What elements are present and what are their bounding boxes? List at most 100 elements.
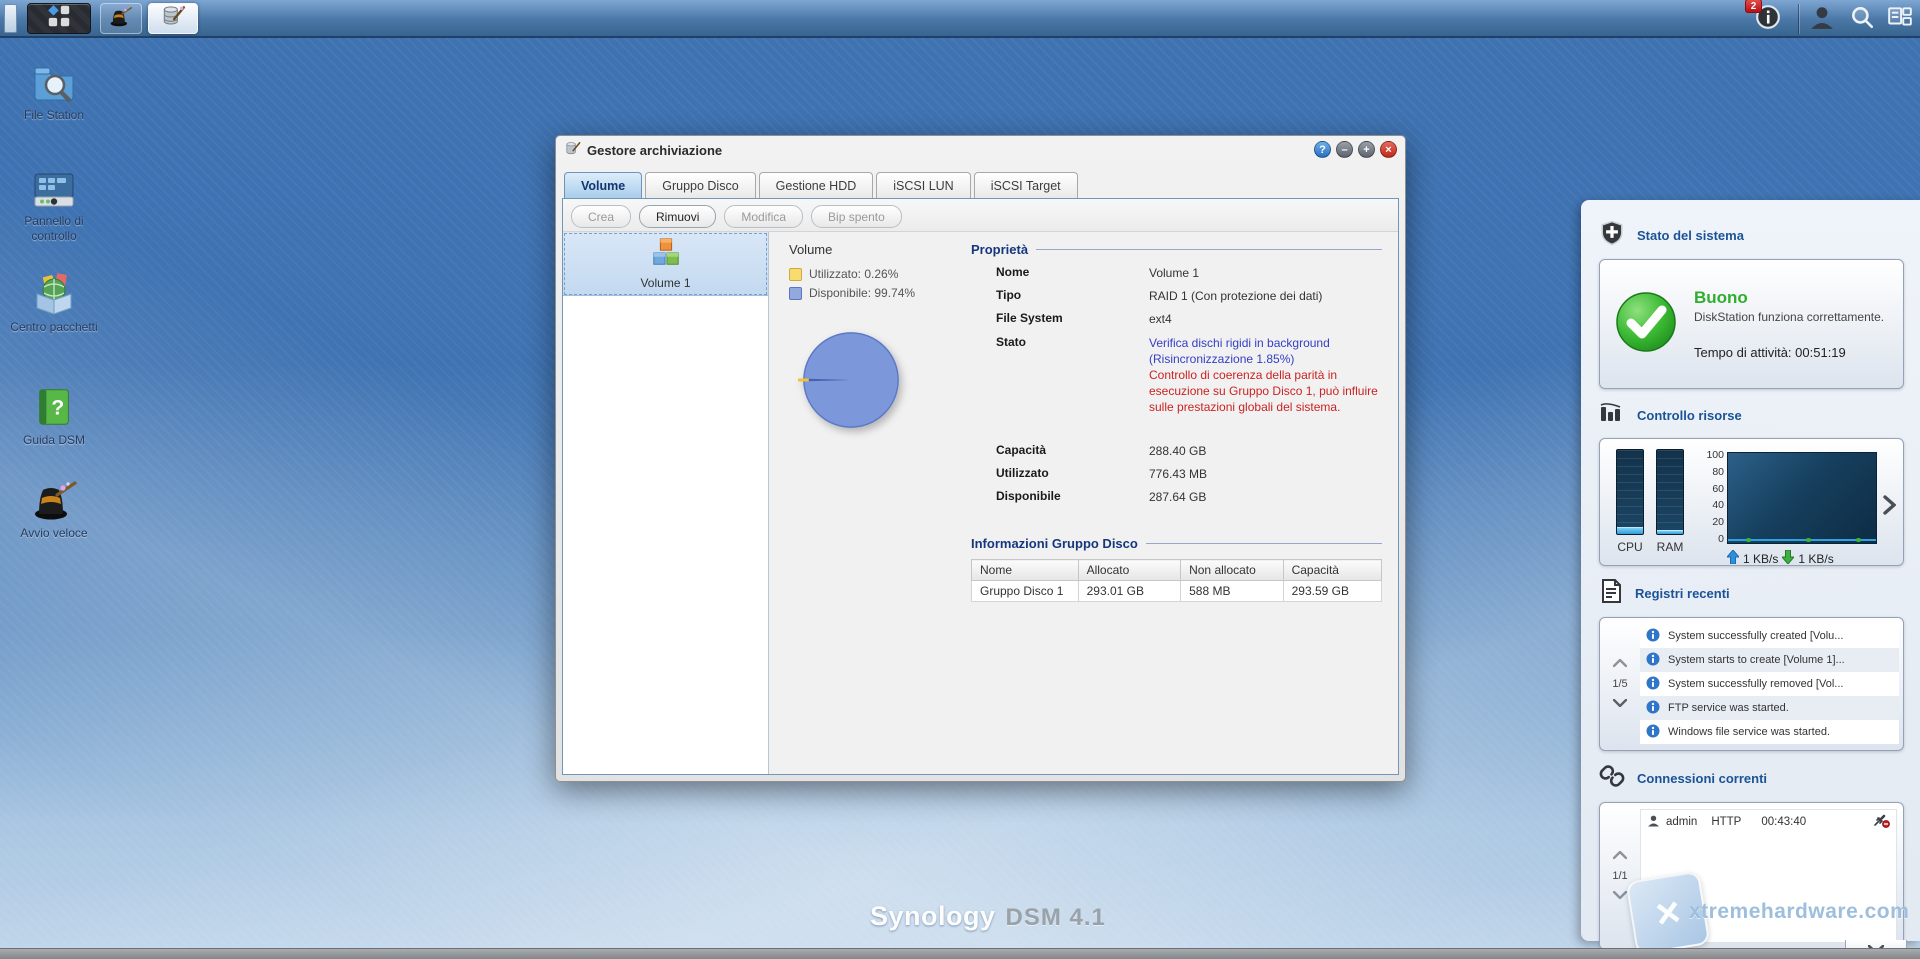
download-arrow-icon <box>1782 550 1794 567</box>
volume-list-panel: Volume 1 <box>563 232 769 774</box>
upload-arrow-icon <box>1727 550 1739 567</box>
status-description: DiskStation funziona correttamente. <box>1694 310 1889 326</box>
legend-used: Utilizzato: 0.26% <box>789 267 957 281</box>
legend-free-label: Disponibile: 99.74% <box>809 286 915 300</box>
widget-title: Stato del sistema <box>1637 228 1744 243</box>
volume-usage-pie-chart <box>797 326 957 439</box>
info-circle-icon <box>1646 628 1660 645</box>
logs-pager: 1/5 <box>1600 624 1640 744</box>
widget-title: Controllo risorse <box>1637 408 1742 423</box>
desktop-icon-file-station[interactable]: File Station <box>6 58 102 123</box>
prop-row-name: Nome Volume 1 <box>971 265 1382 281</box>
connections-page-down-chevron[interactable] <box>1613 890 1627 902</box>
user-menu-button[interactable] <box>1806 5 1838 33</box>
user-icon <box>1809 4 1835 35</box>
info-circle-icon <box>1646 652 1660 669</box>
log-entry: Windows file service was started. <box>1640 720 1899 744</box>
notifications-button[interactable]: 2 <box>1752 5 1784 33</box>
tab-iscsi-target[interactable]: iSCSI Target <box>974 172 1078 198</box>
prop-row-type: Tipo RAID 1 (Con protezione dei dati) <box>971 288 1382 304</box>
beep-off-button[interactable]: Bip spento <box>811 205 902 228</box>
storage-manager-window: Gestore archiviazione ? – + × Volume Gru… <box>555 135 1406 782</box>
help-button[interactable]: ? <box>1314 141 1331 158</box>
connections-page-up-chevron[interactable] <box>1613 850 1627 862</box>
status-info-text: Verifica dischi rigidi in background (Ri… <box>1149 336 1330 366</box>
desktop-icon-quick-start[interactable]: Avvio veloce <box>6 476 102 541</box>
magic-hat-icon <box>6 476 102 522</box>
storage-manager-icon <box>160 3 186 34</box>
desktop-icon-label: Avvio veloce <box>6 526 102 541</box>
volume-cubes-icon <box>649 238 683 273</box>
remove-button[interactable]: Rimuovi <box>639 205 716 228</box>
logs-page-up-chevron[interactable] <box>1613 658 1627 670</box>
taskbar: 2 <box>0 0 1920 38</box>
window-titlebar[interactable]: Gestore archiviazione ? – + × <box>556 136 1405 165</box>
tab-hdd-management[interactable]: Gestione HDD <box>759 172 874 198</box>
col-allocated: Allocato <box>1078 560 1181 581</box>
panel-title: Volume <box>789 242 957 257</box>
prop-row-status: Stato Verifica dischi rigidi in backgrou… <box>971 335 1382 416</box>
connections-header: Connessioni correnti <box>1599 763 1904 794</box>
bottom-edge-strip <box>0 948 1920 959</box>
disconnect-icon[interactable] <box>1873 813 1890 831</box>
desktop-icon-control-panel[interactable]: Pannello di controllo <box>6 168 102 244</box>
properties-heading: Proprietà <box>971 242 1382 257</box>
bar-chart-icon <box>1599 401 1625 430</box>
widgets-button[interactable] <box>1884 5 1916 33</box>
desktop-icon-label: Guida DSM <box>6 433 102 448</box>
disk-group-row[interactable]: Gruppo Disco 1 293.01 GB 588 MB 293.59 G… <box>972 581 1382 602</box>
info-circle-icon <box>1646 676 1660 693</box>
control-panel-icon <box>6 168 102 210</box>
resource-monitor-header: Controllo risorse <box>1599 401 1904 430</box>
status-ok-icon <box>1614 290 1678 359</box>
tab-iscsi-lun[interactable]: iSCSI LUN <box>876 172 970 198</box>
log-entry: System successfully created [Volu... <box>1640 624 1899 648</box>
legend-used-swatch <box>789 268 802 281</box>
volume-list-item[interactable]: Volume 1 <box>563 232 768 296</box>
task-button-storage-manager[interactable] <box>148 3 198 34</box>
status-warning-text: Controllo di coerenza della parità in es… <box>1149 368 1378 414</box>
download-speed: 1 KB/s <box>1798 552 1833 566</box>
prop-row-capacity: Capacità 288.40 GB <box>971 443 1382 459</box>
maximize-button[interactable]: + <box>1358 141 1375 158</box>
desktop-icon-label: File Station <box>6 108 102 123</box>
task-button-quick-start[interactable] <box>100 3 142 34</box>
close-button[interactable]: × <box>1380 141 1397 158</box>
show-desktop-button[interactable] <box>4 4 17 33</box>
search-button[interactable] <box>1846 5 1878 33</box>
connection-user: admin <box>1666 816 1697 828</box>
widgets-icon <box>1887 4 1913 35</box>
widget-title: Registri recenti <box>1635 586 1730 601</box>
status-value: Buono <box>1694 288 1889 308</box>
synology-logo: Synology <box>870 901 996 932</box>
log-document-icon <box>1599 578 1623 609</box>
recent-logs-card: 1/5 System successfully created [Volu...… <box>1599 617 1904 751</box>
minimize-button[interactable]: – <box>1336 141 1353 158</box>
col-capacity: Capacità <box>1283 560 1381 581</box>
search-icon <box>1849 4 1875 35</box>
logs-page-down-chevron[interactable] <box>1613 698 1627 710</box>
edit-button[interactable]: Modifica <box>724 205 803 228</box>
prop-row-filesystem: File System ext4 <box>971 311 1382 327</box>
desktop-icon-dsm-help[interactable]: ? Guida DSM <box>6 385 102 448</box>
connection-protocol: HTTP <box>1711 816 1741 828</box>
network-speed: 1 KB/s 1 KB/s <box>1727 550 1877 567</box>
legend-used-label: Utilizzato: 0.26% <box>809 267 898 281</box>
desktop-icon-package-center[interactable]: Centro pacchetti <box>6 272 102 335</box>
tab-strip: Volume Gruppo Disco Gestione HDD iSCSI L… <box>562 165 1399 198</box>
create-button[interactable]: Crea <box>571 205 631 228</box>
resource-monitor-expand-chevron[interactable] <box>1883 495 1896 520</box>
main-menu-button[interactable] <box>27 3 91 34</box>
log-entry: System starts to create [Volume 1]... <box>1640 648 1899 672</box>
cpu-meter: CPU <box>1616 449 1644 554</box>
widget-title: Connessioni correnti <box>1637 771 1767 786</box>
tab-volume[interactable]: Volume <box>564 172 642 198</box>
tab-disk-group[interactable]: Gruppo Disco <box>645 172 755 198</box>
disk-group-header-row: Nome Allocato Non allocato Capacità <box>972 560 1382 581</box>
dsm-branding: Synology DSM 4.1 <box>870 901 1106 932</box>
svg-text:?: ? <box>51 397 64 420</box>
ram-label: RAM <box>1656 540 1684 554</box>
recent-logs-header: Registri recenti <box>1599 578 1904 609</box>
log-entry: System successfully removed [Vol... <box>1640 672 1899 696</box>
desktop-icon-label: Centro pacchetti <box>6 320 102 335</box>
